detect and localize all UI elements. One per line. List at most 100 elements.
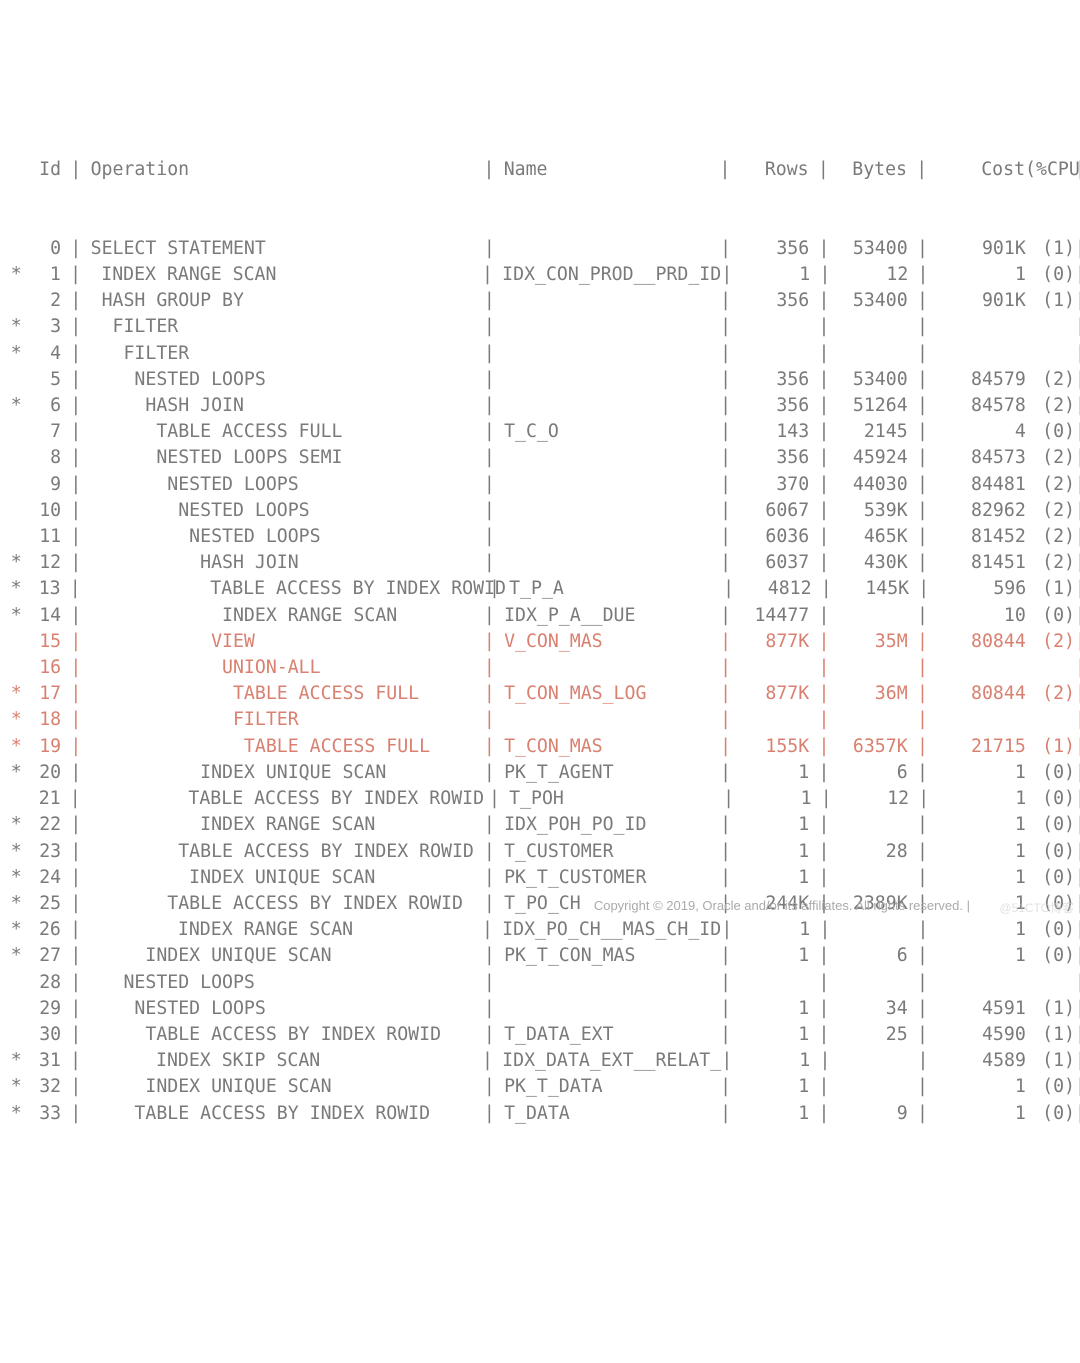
sep: | [908,367,938,393]
bytes: 28 [839,839,908,865]
sep: | [711,603,741,629]
operation: TABLE ACCESS FULL [91,734,475,760]
cpu: (0) [1026,812,1075,838]
star [4,236,22,262]
star [4,498,22,524]
cost: 1 [937,839,1026,865]
sep: | [61,341,91,367]
table-row: *31| INDEX SKIP SCAN|IDX_DATA_EXT__RELAT… [4,1048,1076,1074]
id: 33 [22,1101,61,1127]
rows: 1 [740,943,809,969]
sep: | [908,314,938,340]
sep: | [1075,236,1076,262]
star [4,367,22,393]
id: 27 [22,943,61,969]
operation: INDEX RANGE SCAN [90,917,472,943]
star [4,786,22,812]
operation: TABLE ACCESS FULL [91,419,475,445]
rows [740,314,809,340]
sep: | [809,1074,839,1100]
hdr-id: Id [22,157,61,183]
bytes [839,812,908,838]
sep: | [1075,341,1076,367]
star: * [4,943,22,969]
rows: 1 [742,917,811,943]
sep: | [1075,1048,1076,1074]
cpu: (1) [1026,288,1075,314]
sep: | [711,865,741,891]
sep: | [1075,629,1076,655]
sep: | [908,1074,938,1100]
bytes: 25 [839,1022,908,1048]
sep: | [1075,1074,1076,1100]
table-row: *18| FILTER||||| [4,707,1076,733]
sep: | [61,472,91,498]
operation: NESTED LOOPS [91,472,475,498]
sep: | [1075,262,1076,288]
table-row: *32| INDEX UNIQUE SCAN|PK_T_DATA|1||1(0)… [4,1074,1076,1100]
name: T_POH [509,786,714,812]
table-row: 28| NESTED LOOPS||||| [4,970,1076,996]
sep: | [475,393,505,419]
id: 24 [22,865,61,891]
sep: | [809,812,839,838]
sep: | [1075,734,1076,760]
operation: INDEX RANGE SCAN [91,603,475,629]
operation: TABLE ACCESS BY INDEX ROWID [91,1022,475,1048]
sep: | [908,734,938,760]
sep: | [61,1074,91,1100]
bytes [839,1074,908,1100]
id: 22 [22,812,61,838]
sep: | [810,917,839,943]
table-row: *27| INDEX UNIQUE SCAN|PK_T_CON_MAS|1|6|… [4,943,1076,969]
table-row: *19| TABLE ACCESS FULL|T_CON_MAS|155K|63… [4,734,1076,760]
id: 4 [22,341,61,367]
sep: | [809,943,839,969]
sep: | [711,629,741,655]
sep: | [61,839,91,865]
name [504,236,711,262]
star: * [4,917,22,943]
sep: | [908,524,938,550]
sep: | [1075,393,1076,419]
sep: | [1075,524,1076,550]
sep: | [809,524,839,550]
hdr-name: Name [504,157,711,183]
sep: | [908,681,938,707]
sep: | [711,236,741,262]
sep: | [475,1101,505,1127]
operation: HASH JOIN [91,393,475,419]
table-row: *20| INDEX UNIQUE SCAN|PK_T_AGENT|1|6|1(… [4,760,1076,786]
bytes: 53400 [839,236,908,262]
sep: | [475,996,505,1022]
star: * [4,393,22,419]
copyright-watermark: Copyright © 2019, Oracle and/or its affi… [594,893,970,919]
name: T_CON_MAS_LOG [504,681,711,707]
cpu: (2) [1026,550,1075,576]
star: * [4,1101,22,1127]
star: * [4,262,22,288]
id: 23 [22,839,61,865]
plan-body: 0|SELECT STATEMENT||356|53400|901K(1)|*1… [4,236,1076,1127]
sep: | [1075,419,1076,445]
name [504,524,711,550]
table-row: *23| TABLE ACCESS BY INDEX ROWID|T_CUSTO… [4,839,1076,865]
operation: INDEX UNIQUE SCAN [91,1074,475,1100]
cpu: (0) [1026,262,1075,288]
table-row: *24| INDEX UNIQUE SCAN|PK_T_CUSTOMER|1||… [4,865,1076,891]
rows: 370 [740,472,809,498]
name [504,996,711,1022]
bytes: 53400 [839,367,908,393]
sep: | [61,1101,91,1127]
bytes: 36M [839,681,908,707]
id: 0 [22,236,61,262]
name: IDX_POH_PO_ID [504,812,711,838]
star: * [4,576,22,602]
table-row: 21| TABLE ACCESS BY INDEX ROWID|T_POH|1|… [4,786,1076,812]
table-row: *17| TABLE ACCESS FULL|T_CON_MAS_LOG|877… [4,681,1076,707]
sep: | [61,314,91,340]
table-row: *33| TABLE ACCESS BY INDEX ROWID|T_DATA|… [4,1101,1076,1127]
sep: | [711,472,741,498]
sep: | [812,576,841,602]
star: * [4,839,22,865]
